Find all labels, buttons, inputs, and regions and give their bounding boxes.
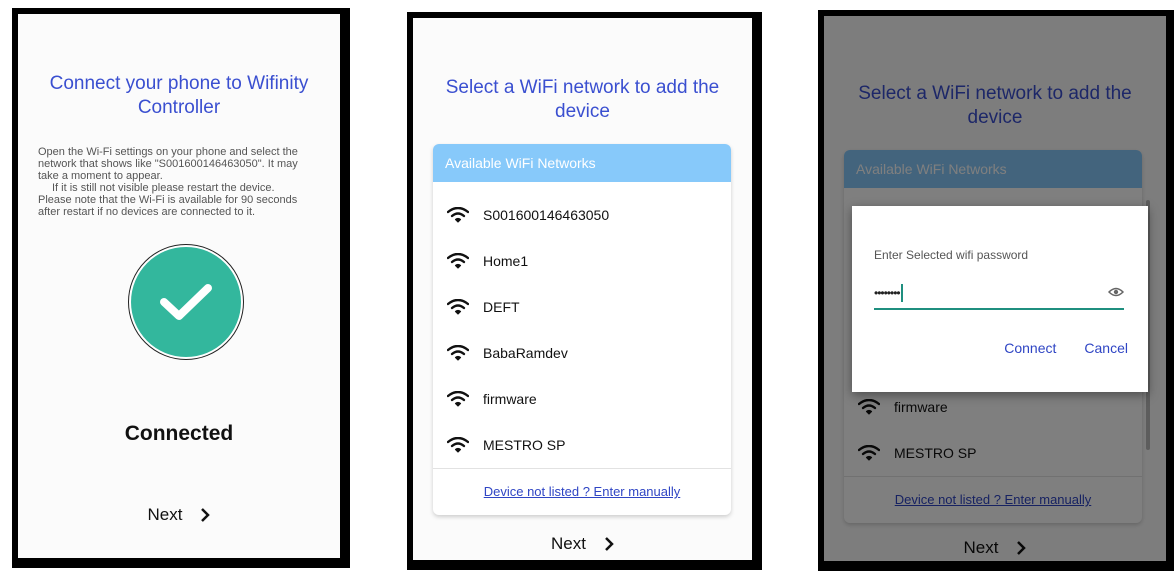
page-title: Select a WiFi network to add the device [445, 77, 720, 122]
next-button[interactable]: Next [18, 505, 340, 525]
network-item[interactable]: firmware [433, 376, 731, 422]
wifi-icon [447, 437, 469, 453]
cancel-button[interactable]: Cancel [1084, 340, 1128, 356]
phone-screen-password: Select a WiFi network to add the device … [818, 10, 1174, 571]
password-input[interactable]: •••••••• [874, 278, 1124, 310]
wifi-icon [447, 391, 469, 407]
network-list-header: Available WiFi Networks [433, 144, 731, 182]
password-dialog: Enter Selected wifi password •••••••• Co… [852, 206, 1148, 392]
network-name: BabaRamdev [483, 345, 568, 361]
connect-button[interactable]: Connect [1004, 340, 1056, 356]
network-item[interactable]: S001600146463050 [433, 192, 731, 238]
network-name: MESTRO SP [483, 437, 566, 453]
instructions-text: Open the Wi-Fi settings on your phone an… [38, 146, 318, 218]
phone-screen-network-select: Select a WiFi network to add the device … [407, 12, 762, 570]
network-name: S001600146463050 [483, 207, 610, 223]
wifi-icon [447, 345, 469, 361]
network-item[interactable]: DEFT [433, 284, 731, 330]
next-button[interactable]: Next [413, 534, 752, 554]
network-item[interactable]: Home1 [433, 238, 731, 284]
check-circle-icon [128, 244, 244, 360]
instructions-paragraph-1: Open the Wi-Fi settings on your phone an… [38, 146, 298, 182]
instructions-paragraph-2: If it is still not visible please restar… [52, 182, 275, 194]
wifi-icon [447, 253, 469, 269]
password-label: Enter Selected wifi password [874, 248, 1029, 262]
page-title: Connect your phone to Wifinity Controlle… [49, 73, 309, 118]
phone-screen-connect: Connect your phone to Wifinity Controlle… [12, 8, 350, 568]
wifi-icon [447, 207, 469, 223]
network-name: DEFT [483, 299, 520, 315]
status-connected: Connected [124, 422, 234, 445]
network-list-card: Available WiFi Networks S001600146463050… [433, 144, 731, 515]
network-name: Home1 [483, 253, 529, 269]
network-item[interactable]: BabaRamdev [433, 330, 731, 376]
password-value: •••••••• [874, 286, 901, 300]
chevron-right-icon [201, 508, 211, 522]
instructions-paragraph-3: Please note that the Wi-Fi is available … [38, 194, 298, 218]
text-caret [900, 284, 903, 302]
network-item[interactable]: MESTRO SP [433, 422, 731, 468]
chevron-right-icon [605, 537, 614, 551]
enter-manually-link[interactable]: Device not listed ? Enter manually [433, 469, 731, 515]
next-label: Next [147, 505, 183, 524]
wifi-icon [447, 299, 469, 315]
eye-icon[interactable] [1108, 286, 1124, 298]
network-name: firmware [483, 391, 537, 407]
next-label: Next [551, 534, 586, 553]
